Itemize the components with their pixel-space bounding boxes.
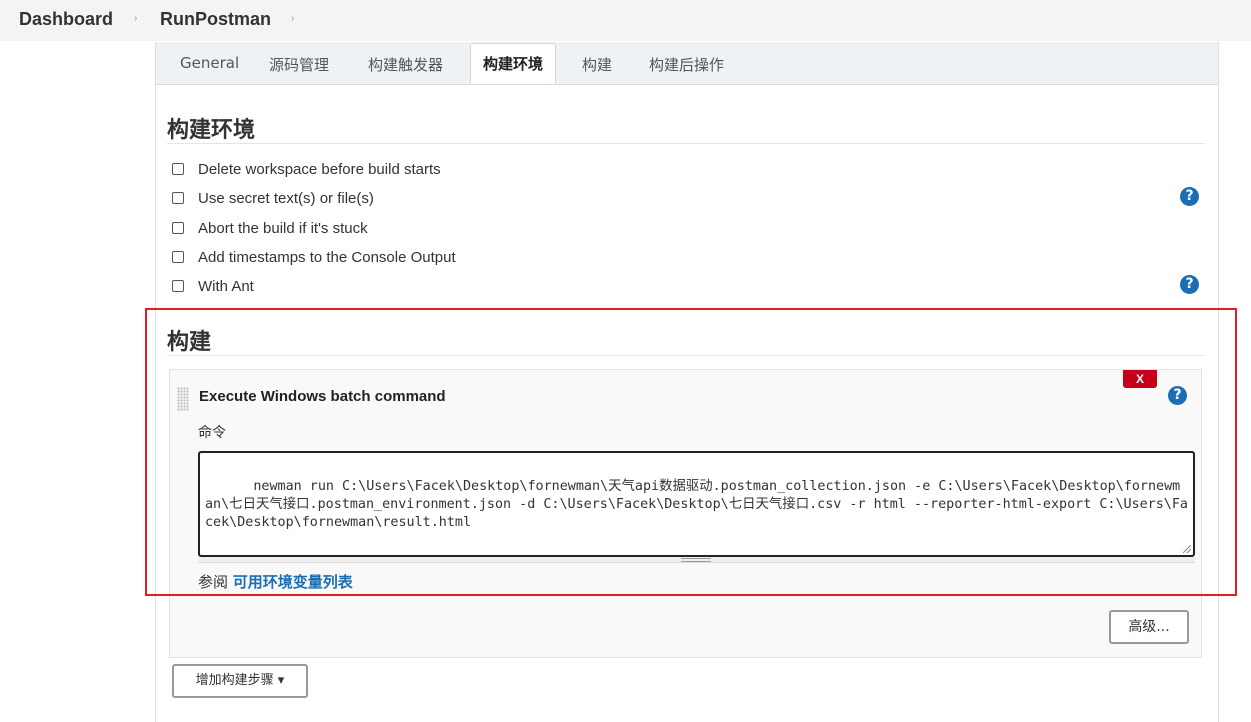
option-label: Add timestamps to the Console Output — [198, 248, 456, 266]
option-secret-text[interactable]: Use secret text(s) or file(s) — [171, 187, 374, 209]
tab-post-build[interactable]: 构建后操作 — [649, 54, 724, 75]
build-step-windows-batch: Execute Windows batch command X ? 命令 new… — [169, 369, 1202, 658]
tab-build-environment[interactable]: 构建环境 — [470, 43, 557, 84]
command-textarea[interactable]: newman run C:\Users\Facek\Desktop\fornew… — [198, 451, 1195, 557]
tab-triggers[interactable]: 构建触发器 — [368, 54, 443, 75]
option-label: With Ant — [198, 277, 254, 295]
section-divider — [167, 355, 1205, 356]
env-vars-link[interactable]: 可用环境变量列表 — [233, 573, 353, 591]
command-label: 命令 — [198, 425, 226, 441]
textarea-resize-bar[interactable] — [198, 557, 1195, 563]
resize-handle-icon[interactable] — [1183, 545, 1191, 553]
command-text: newman run C:\Users\Facek\Desktop\fornew… — [205, 479, 1188, 530]
checkbox[interactable] — [172, 163, 184, 175]
see-also-prefix: 参阅 — [198, 573, 229, 591]
tab-build[interactable]: 构建 — [582, 54, 612, 75]
tab-bar: General 源码管理 构建触发器 构建环境 构建 构建后操作 — [156, 42, 1218, 85]
option-delete-workspace[interactable]: Delete workspace before build starts — [171, 158, 441, 180]
help-icon[interactable]: ? — [1180, 187, 1199, 206]
checkbox[interactable] — [172, 280, 184, 292]
tab-scm[interactable]: 源码管理 — [269, 54, 329, 75]
delete-step-button[interactable]: X — [1123, 370, 1157, 388]
help-icon[interactable]: ? — [1168, 386, 1187, 405]
breadcrumb-dashboard[interactable]: Dashboard — [19, 9, 113, 30]
breadcrumb-separator[interactable]: › — [291, 13, 294, 24]
option-label: Abort the build if it's stuck — [198, 219, 368, 237]
breadcrumb-runpostman[interactable]: RunPostman — [160, 9, 271, 30]
build-step-title: Execute Windows batch command — [199, 388, 446, 405]
add-build-step-button[interactable]: 增加构建步骤 ▾ — [172, 664, 308, 698]
grip-lines-icon — [681, 558, 711, 562]
advanced-button[interactable]: 高级... — [1109, 610, 1189, 644]
tab-general[interactable]: General — [180, 54, 239, 72]
checkbox[interactable] — [172, 251, 184, 263]
breadcrumb: Dashboard › RunPostman › — [0, 0, 1251, 41]
config-panel: General 源码管理 构建触发器 构建环境 构建 构建后操作 构建环境 De… — [155, 42, 1219, 722]
section-divider — [167, 143, 1205, 144]
build-title: 构建 — [167, 330, 212, 355]
option-timestamps[interactable]: Add timestamps to the Console Output — [171, 246, 456, 268]
checkbox[interactable] — [172, 222, 184, 234]
build-env-title: 构建环境 — [167, 118, 256, 143]
drag-handle[interactable] — [177, 387, 189, 411]
checkbox[interactable] — [172, 192, 184, 204]
option-with-ant[interactable]: With Ant — [171, 275, 254, 297]
see-also: 参阅 可用环境变量列表 — [198, 571, 353, 592]
option-label: Use secret text(s) or file(s) — [198, 189, 374, 207]
option-abort-stuck[interactable]: Abort the build if it's stuck — [171, 217, 368, 239]
option-label: Delete workspace before build starts — [198, 160, 441, 178]
help-icon[interactable]: ? — [1180, 275, 1199, 294]
breadcrumb-separator: › — [134, 13, 138, 24]
